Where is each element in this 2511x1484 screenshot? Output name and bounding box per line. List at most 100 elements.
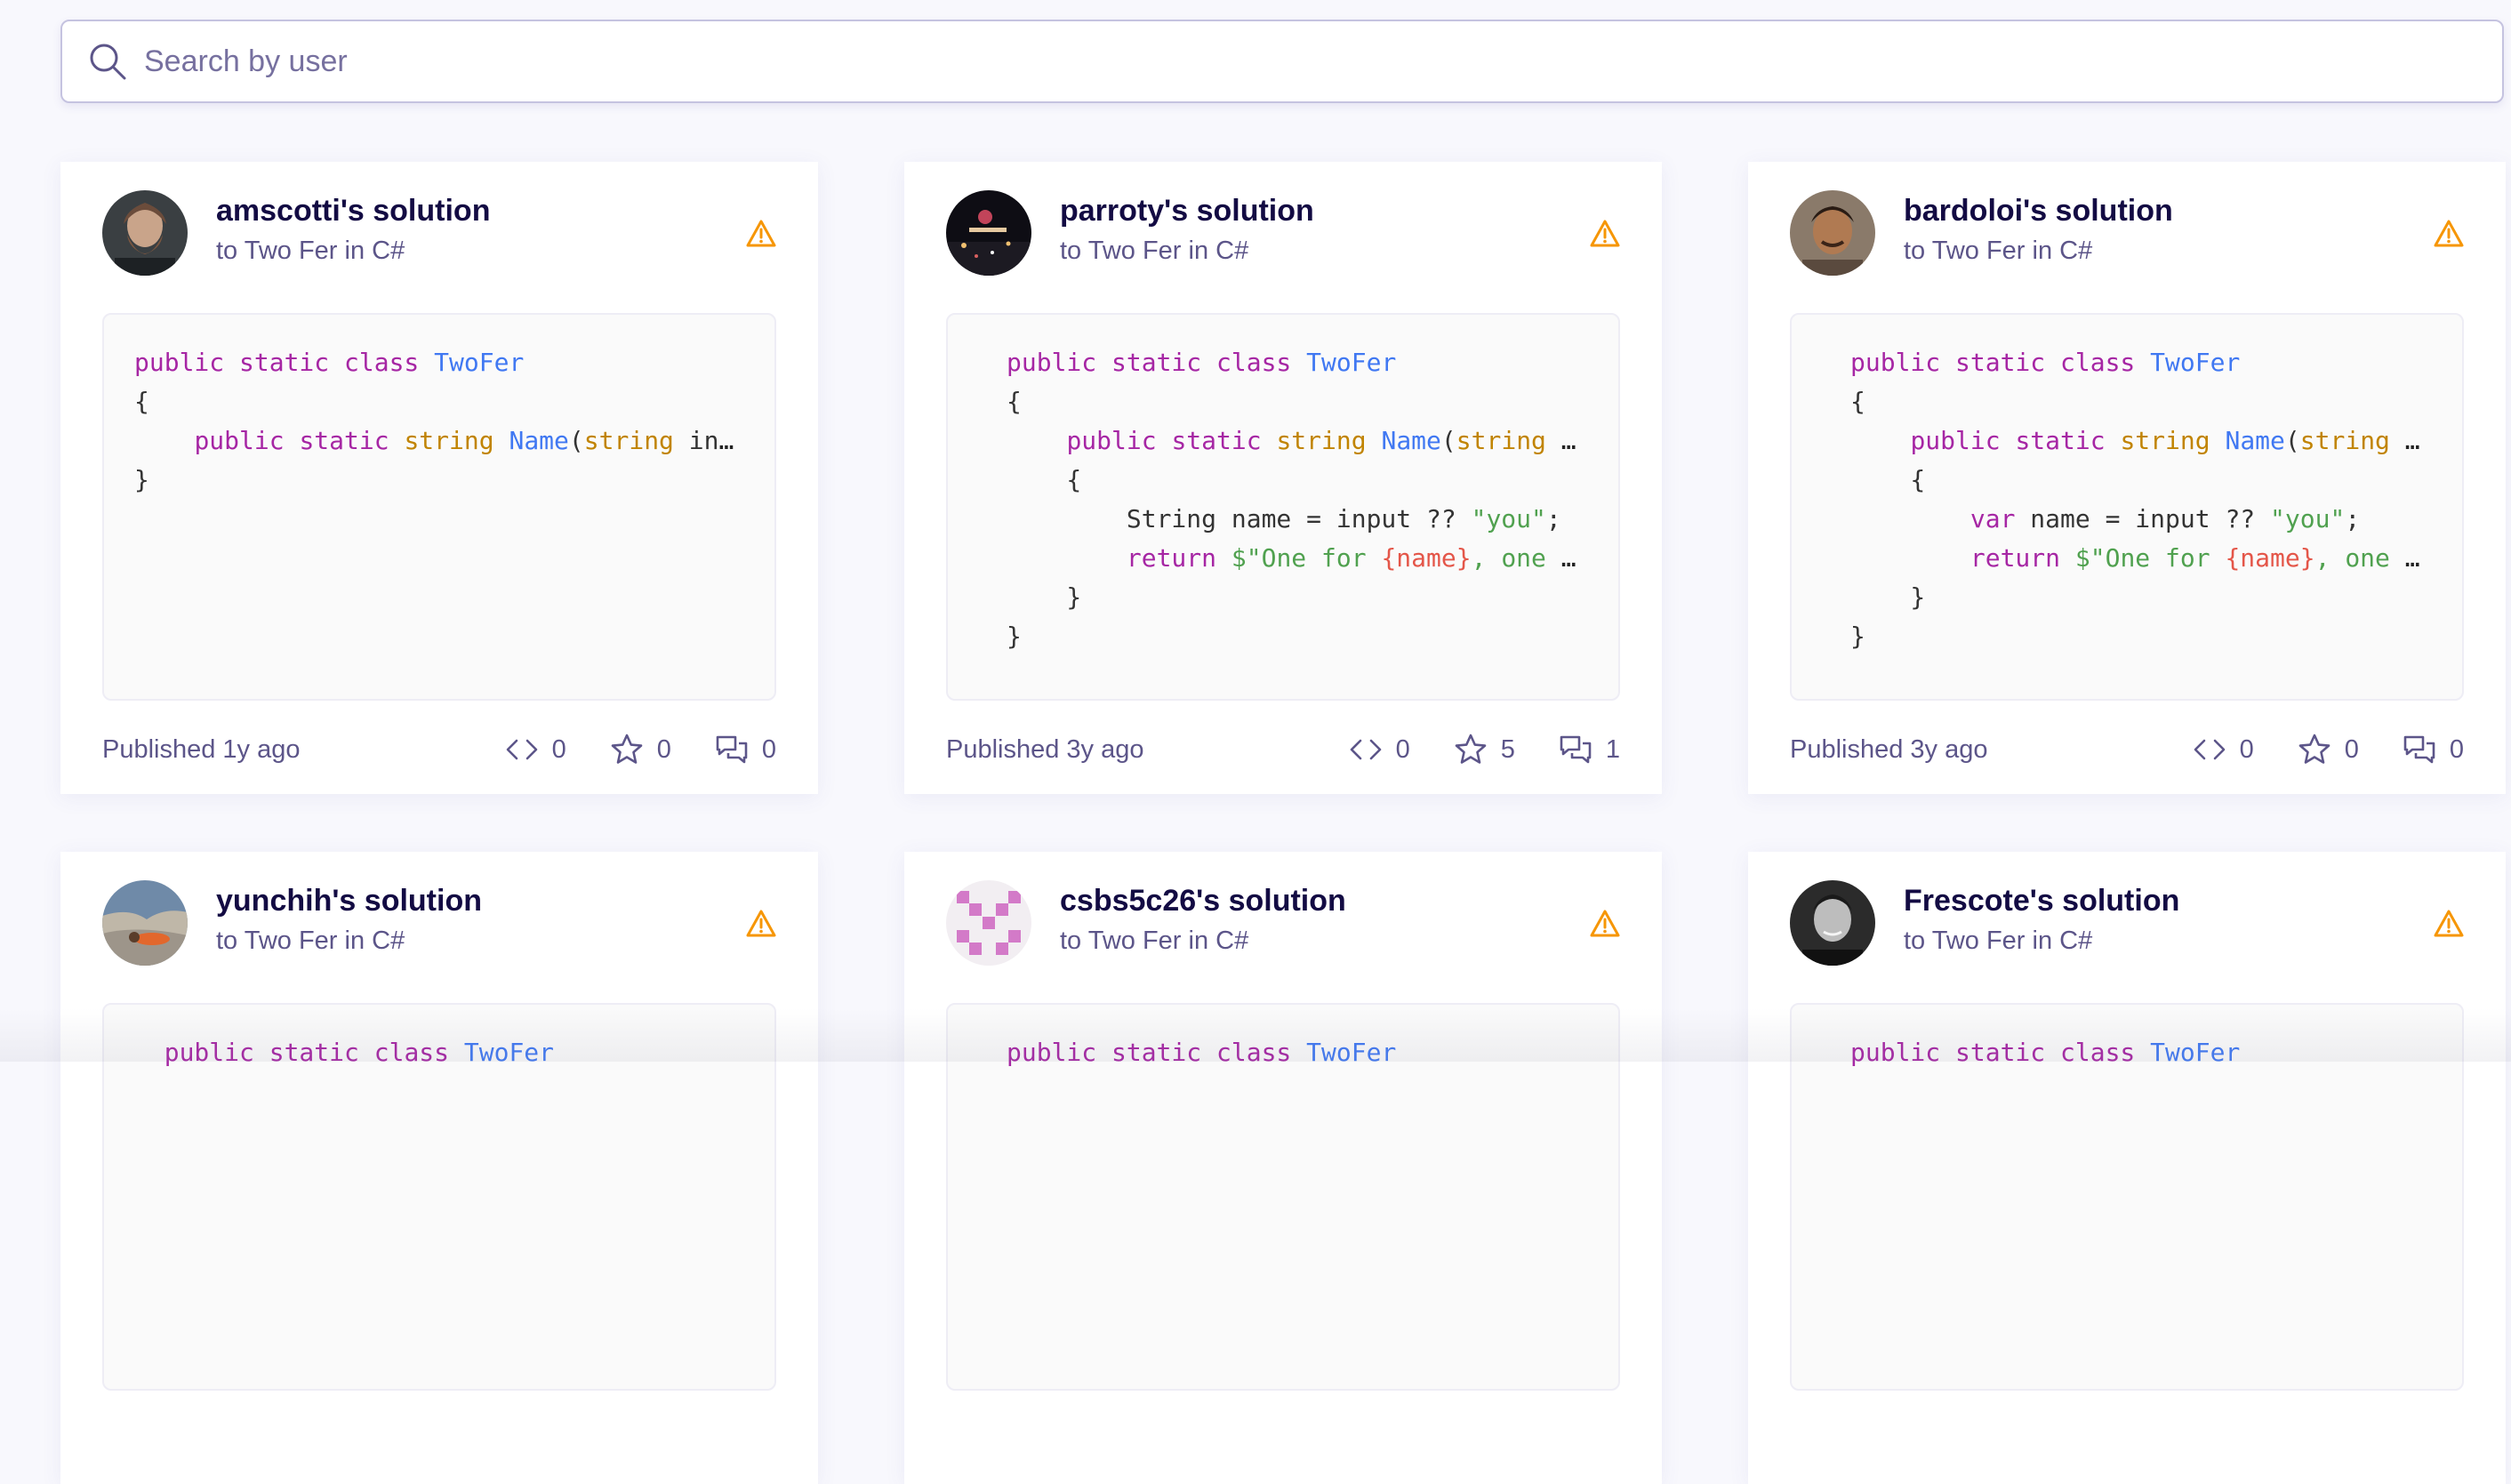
search-icon — [90, 44, 126, 80]
solution-card[interactable]: yunchih's solution to Two Fer in C# publ… — [60, 852, 818, 1484]
solution-card[interactable]: Frescote's solution to Two Fer in C# pub… — [1748, 852, 2506, 1484]
code-line: return $"One for {name}, one for me."; — [1792, 539, 2462, 578]
code-token: name = input ?? — [2030, 504, 2271, 533]
star-icon — [1455, 734, 1487, 764]
warning-icon[interactable] — [745, 219, 777, 249]
solution-card[interactable]: bardoloi's solution to Two Fer in C# pub… — [1748, 162, 2506, 794]
code-token: , one for me." — [2314, 543, 2451, 573]
warning-icon[interactable] — [2433, 219, 2465, 249]
code-token: } — [1850, 582, 1926, 612]
code-token: public static — [1066, 426, 1277, 455]
code-token: {name} — [1381, 543, 1472, 573]
code-line: var name = input ?? "you"; — [1792, 500, 2462, 539]
code-icon — [1350, 739, 1381, 760]
code-line: return $"One for {name}, one for me."; — [948, 539, 1618, 578]
code-line: public static class TwoFer — [1792, 343, 2462, 382]
code-token: { — [1007, 387, 1022, 416]
star-icon — [611, 734, 643, 764]
code-line: { — [948, 382, 1618, 421]
code-token: ( — [568, 426, 584, 455]
code-token: { — [134, 387, 149, 416]
code-token: "you" — [2270, 504, 2346, 533]
code-token: } — [134, 465, 149, 494]
solution-subtitle: to Two Fer in C# — [216, 237, 405, 265]
code-token: { — [1007, 465, 1082, 494]
solution-subtitle: to Two Fer in C# — [1904, 926, 2093, 955]
published-time: Published 3y ago — [1790, 734, 1988, 764]
code-token: } — [1850, 622, 1865, 651]
warning-icon[interactable] — [745, 909, 777, 939]
solution-title[interactable]: amscotti's solution — [216, 194, 490, 229]
comments-count: 0 — [761, 734, 776, 764]
avatar — [1790, 190, 1875, 276]
code-token: { — [1850, 465, 1926, 494]
code-token: public static class — [134, 348, 435, 377]
code-token: , one for me." — [1471, 543, 1607, 573]
solution-card[interactable]: amscotti's solution to Two Fer in C# pub… — [60, 162, 818, 794]
code-line: public static class TwoFer — [104, 1033, 774, 1072]
comments-stat: 0 — [714, 732, 776, 767]
code-token: string — [2120, 426, 2226, 455]
warning-icon[interactable] — [1589, 909, 1621, 939]
code-token: return — [1969, 543, 2075, 573]
code-line: } — [104, 461, 774, 500]
code-line: } — [1792, 617, 2462, 656]
code-token: TwoFer — [2150, 348, 2241, 377]
comments-icon — [716, 735, 748, 764]
search-bar[interactable] — [60, 20, 2504, 103]
code-token: Name — [2225, 426, 2285, 455]
warning-icon[interactable] — [2433, 909, 2465, 939]
solution-card[interactable]: csbs5c26's solution to Two Fer in C# pub… — [904, 852, 1662, 1484]
comments-icon — [1560, 735, 1592, 764]
stars-count: 0 — [2344, 734, 2359, 764]
code-token: public static class — [1007, 1038, 1307, 1067]
solution-subtitle: to Two Fer in C# — [1060, 926, 1249, 955]
comments-stat: 0 — [2402, 732, 2464, 767]
code-line: { — [104, 382, 774, 421]
code-token: public static class — [1850, 1038, 2151, 1067]
code-snippet: public static class TwoFer { public stati… — [102, 313, 776, 701]
code-token: public static — [194, 426, 405, 455]
code-token: { — [1850, 387, 1865, 416]
code-token: ; — [2345, 504, 2361, 533]
code-line: } — [1792, 578, 2462, 617]
code-token: string — [1456, 426, 1561, 455]
iterations-stat: 0 — [1348, 732, 1410, 767]
solution-title[interactable]: csbs5c26's solution — [1060, 884, 1346, 918]
code-token: public static class — [1850, 348, 2151, 377]
solutions-grid: amscotti's solution to Two Fer in C# pub… — [60, 162, 2506, 1484]
iterations-count: 0 — [1395, 734, 1410, 764]
code-token: string — [2299, 426, 2405, 455]
solution-title[interactable]: bardoloi's solution — [1904, 194, 2173, 229]
avatar — [102, 880, 188, 966]
code-line: public static class TwoFer — [1792, 1033, 2462, 1072]
stars-count: 0 — [656, 734, 671, 764]
code-token: ; — [1545, 504, 1561, 533]
code-token: string — [583, 426, 689, 455]
code-line: public static string Name(string input =… — [1792, 421, 2462, 461]
comments-count: 1 — [1605, 734, 1620, 764]
solution-title[interactable]: Frescote's solution — [1904, 884, 2179, 918]
comments-icon — [2403, 735, 2435, 764]
solution-title[interactable]: yunchih's solution — [216, 884, 482, 918]
solution-subtitle: to Two Fer in C# — [216, 926, 405, 955]
code-token: string — [1276, 426, 1382, 455]
stars-stat: 0 — [609, 732, 671, 767]
code-token: } — [1007, 622, 1022, 651]
code-token: string — [404, 426, 509, 455]
warning-icon[interactable] — [1589, 219, 1621, 249]
code-line: } — [948, 617, 1618, 656]
code-line: } — [948, 578, 1618, 617]
solution-card[interactable]: parroty's solution to Two Fer in C# publ… — [904, 162, 1662, 794]
code-snippet: public static class TwoFer — [1790, 1003, 2464, 1391]
solution-title[interactable]: parroty's solution — [1060, 194, 1314, 229]
iterations-count: 0 — [2239, 734, 2254, 764]
code-snippet: public static class TwoFer { public stati… — [946, 313, 1620, 701]
code-icon — [2194, 739, 2225, 760]
search-input[interactable] — [142, 43, 2369, 80]
